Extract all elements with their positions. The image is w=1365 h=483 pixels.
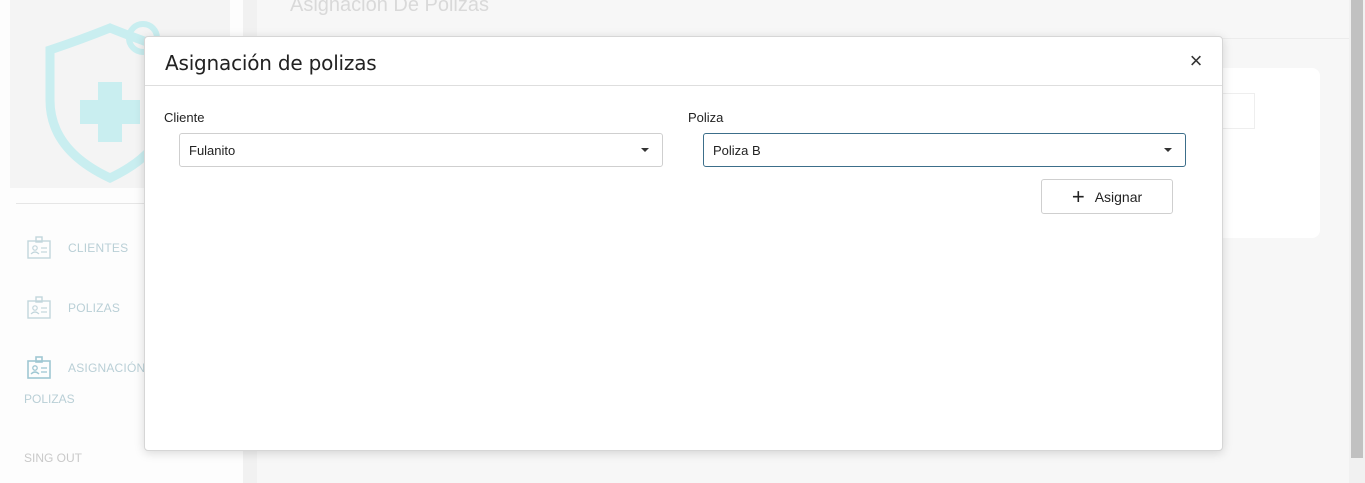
sidebar-item-label: POLIZAS — [68, 301, 121, 315]
plus-icon: + — [1071, 183, 1085, 209]
sidebar-item-label: ASIGNACIÓN — [68, 361, 146, 375]
poliza-select-value: Poliza B — [713, 142, 761, 158]
cliente-label: Cliente — [164, 110, 205, 125]
signout-link[interactable]: SING OUT — [24, 451, 82, 465]
close-icon[interactable]: × — [1184, 49, 1208, 73]
modal-header: Asignación de polizas × — [145, 37, 1222, 86]
poliza-select[interactable]: Poliza B — [703, 133, 1186, 167]
assign-policy-modal: Asignación de polizas × Cliente Fulanito… — [144, 36, 1223, 451]
modal-title: Asignación de polizas — [165, 51, 377, 75]
page-title: Asignacion De Polizas — [290, 0, 489, 16]
id-card-icon — [27, 356, 51, 379]
poliza-label: Poliza — [688, 110, 724, 125]
chevron-down-icon — [1164, 148, 1172, 152]
sidebar-item-polizas[interactable]: POLIZAS — [26, 296, 120, 320]
scrollbar-thumb[interactable] — [1351, 0, 1363, 458]
id-card-icon — [27, 296, 51, 319]
cliente-select-value: Fulanito — [189, 142, 236, 158]
sidebar-item-label-wrap: POLIZAS — [24, 392, 75, 406]
assign-button[interactable]: + Asignar — [1041, 179, 1173, 214]
sidebar-item-label: CLIENTES — [68, 241, 129, 255]
assign-button-label: Asignar — [1094, 188, 1143, 205]
page-scrollbar[interactable] — [1349, 0, 1365, 483]
sidebar-item-clientes[interactable]: CLIENTES — [26, 236, 128, 260]
cliente-select[interactable]: Fulanito — [179, 133, 663, 167]
chevron-down-icon — [641, 148, 649, 152]
sidebar-item-asignacion[interactable]: ASIGNACIÓN — [26, 356, 145, 380]
id-card-icon — [27, 236, 51, 259]
